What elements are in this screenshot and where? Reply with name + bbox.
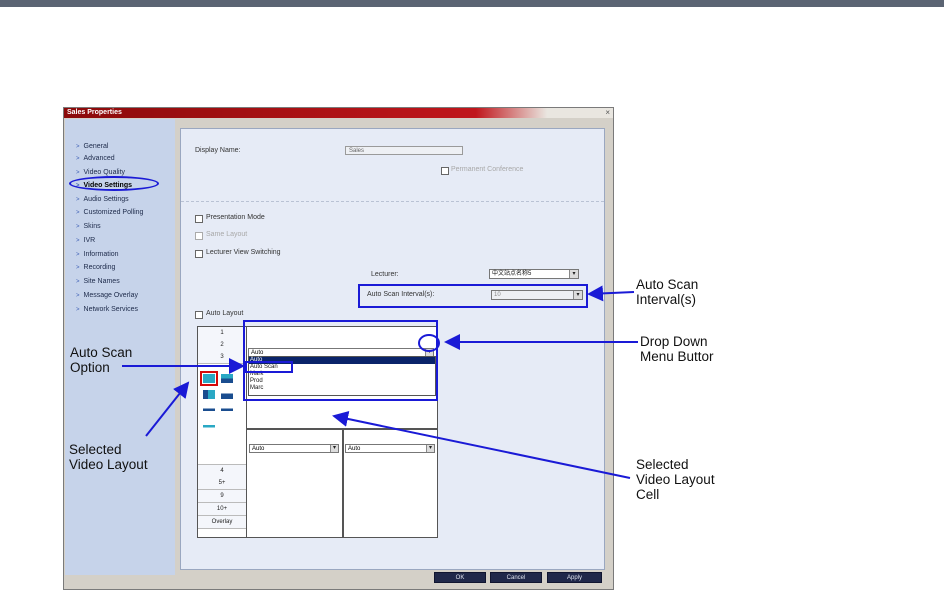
dropdown-button-highlight bbox=[418, 334, 440, 352]
chevron-down-icon[interactable]: ▾ bbox=[330, 445, 338, 452]
layout-option-icon[interactable] bbox=[203, 422, 215, 431]
cell-divider bbox=[342, 428, 344, 537]
same-layout-checkbox[interactable] bbox=[195, 232, 203, 240]
chevron-right-icon: > bbox=[76, 238, 80, 244]
chevron-right-icon: > bbox=[76, 279, 80, 285]
chevron-right-icon: > bbox=[76, 307, 80, 313]
sidebar-item-audio-settings[interactable]: > Audio Settings bbox=[76, 194, 129, 205]
callout-auto-scan-interval: Auto Scan Interval(s) bbox=[636, 277, 699, 307]
lecturer-view-switching-checkbox[interactable] bbox=[195, 250, 203, 258]
display-name-field[interactable]: Sales bbox=[345, 146, 463, 155]
chevron-right-icon: > bbox=[76, 156, 80, 162]
auto-layout-checkbox[interactable] bbox=[195, 311, 203, 319]
apply-button[interactable]: Apply bbox=[547, 572, 602, 583]
lecturer-dropdown[interactable]: 中文站点名称5 ▾ bbox=[489, 269, 579, 279]
sidebar-item-site-names[interactable]: > Site Names bbox=[76, 276, 120, 287]
sidebar-item-skins[interactable]: > Skins bbox=[76, 221, 101, 232]
lecturer-view-switching-label: Lecturer View Switching bbox=[206, 249, 281, 256]
layout-tab-10plus[interactable]: 10+ bbox=[198, 503, 246, 516]
auto-layout-label: Auto Layout bbox=[206, 310, 244, 317]
sidebar-item-recording[interactable]: > Recording bbox=[76, 262, 115, 273]
bottom-left-cell-dropdown[interactable]: Auto ▾ bbox=[249, 444, 339, 453]
auto-scan-interval-highlight bbox=[358, 284, 588, 308]
sidebar-item-advanced[interactable]: > Advanced bbox=[76, 153, 115, 164]
layout-selector: 1 2 3 4 5+ 9 10+ Overlay bbox=[197, 326, 247, 538]
divider bbox=[181, 201, 604, 202]
layout-option-icon[interactable] bbox=[203, 390, 215, 399]
presentation-mode-checkbox[interactable] bbox=[195, 215, 203, 223]
display-name-label: Display Name: bbox=[195, 147, 241, 154]
callout-selected-video-layout-cell: Selected Video Layout Cell bbox=[636, 457, 715, 502]
chevron-right-icon: > bbox=[76, 197, 80, 203]
layout-option-icon[interactable] bbox=[221, 390, 233, 399]
sidebar-item-message-overlay[interactable]: > Message Overlay bbox=[76, 290, 138, 301]
chevron-right-icon: > bbox=[76, 170, 80, 176]
chevron-down-icon[interactable]: ▾ bbox=[569, 270, 578, 278]
layout-tab-5plus[interactable]: 5+ bbox=[198, 477, 246, 490]
callout-drop-down-menu: Drop Down Menu Buttor bbox=[640, 334, 714, 364]
callout-auto-scan-option: Auto Scan Option bbox=[70, 345, 133, 375]
layout-option-selected-icon[interactable] bbox=[200, 371, 218, 386]
bottom-right-cell-dropdown[interactable]: Auto ▾ bbox=[345, 444, 435, 453]
sidebar-item-network-services[interactable]: > Network Services bbox=[76, 304, 138, 315]
chevron-right-icon: > bbox=[76, 224, 80, 230]
sidebar-item-ivr[interactable]: > IVR bbox=[76, 235, 95, 246]
lecturer-label: Lecturer: bbox=[371, 271, 399, 278]
layout-tab-9[interactable]: 9 bbox=[198, 490, 246, 503]
layout-option-icon[interactable] bbox=[221, 406, 233, 415]
layout-tab-3[interactable]: 3 bbox=[198, 351, 246, 364]
layout-option-icon[interactable] bbox=[203, 406, 215, 415]
chevron-down-icon[interactable]: ▾ bbox=[426, 445, 434, 452]
presentation-mode-label: Presentation Mode bbox=[206, 214, 265, 221]
dialog-titlebar: Sales Properties × bbox=[64, 108, 613, 118]
chevron-right-icon: > bbox=[76, 293, 80, 299]
chevron-right-icon: > bbox=[76, 265, 80, 271]
permanent-conference-checkbox[interactable] bbox=[441, 167, 449, 175]
permanent-conference-label: Permanent Conference bbox=[451, 166, 524, 173]
chevron-right-icon: > bbox=[76, 252, 80, 258]
sidebar-item-general[interactable]: > General bbox=[76, 141, 108, 152]
cancel-button[interactable]: Cancel bbox=[490, 572, 542, 583]
ok-button[interactable]: OK bbox=[434, 572, 486, 583]
layout-tab-4[interactable]: 4 bbox=[198, 464, 246, 478]
auto-scan-option-highlight bbox=[245, 361, 293, 373]
callout-selected-video-layout: Selected Video Layout bbox=[69, 442, 148, 472]
layout-tab-overlay[interactable]: Overlay bbox=[198, 516, 246, 529]
video-settings-highlight bbox=[69, 176, 159, 191]
chevron-right-icon: > bbox=[76, 210, 80, 216]
same-layout-label: Same Layout bbox=[206, 231, 248, 238]
sidebar-item-customized-polling[interactable]: > Customized Polling bbox=[76, 207, 143, 218]
sidebar-item-information[interactable]: > Information bbox=[76, 249, 119, 260]
top-bar bbox=[0, 0, 944, 7]
close-icon[interactable]: × bbox=[605, 108, 610, 118]
layout-option-icon[interactable] bbox=[221, 374, 233, 383]
chevron-right-icon: > bbox=[76, 144, 80, 150]
dialog-title: Sales Properties bbox=[67, 109, 122, 116]
